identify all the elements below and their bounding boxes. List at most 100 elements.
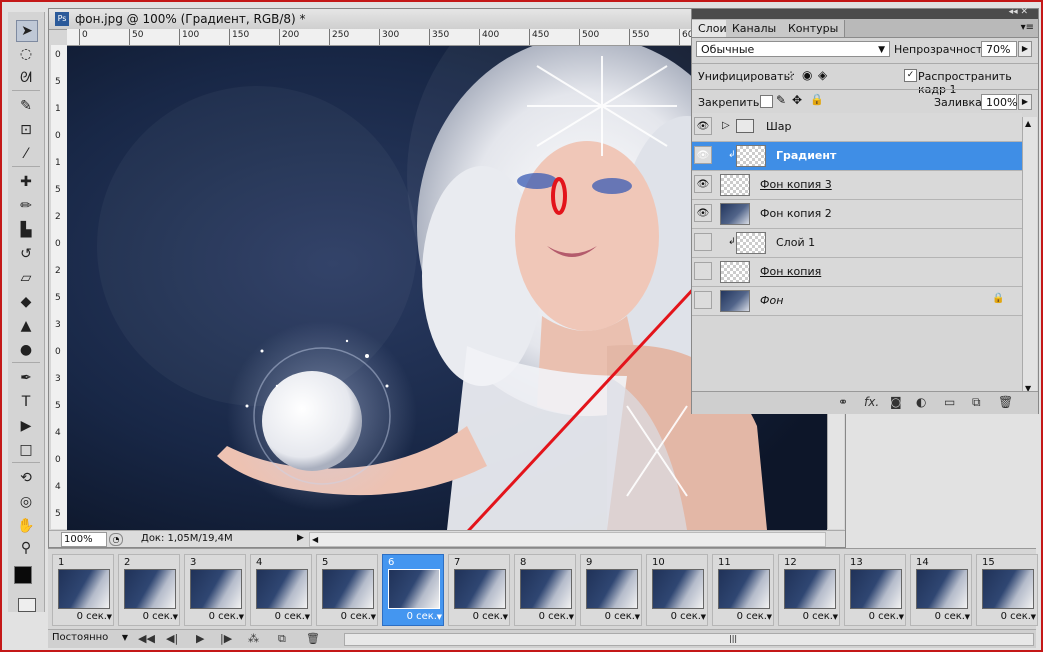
frame-delay-select[interactable]: 0 сек. (341, 611, 371, 622)
frame-delay-select[interactable]: 0 сек. (803, 611, 833, 622)
history-brush-tool-icon[interactable]: ↺ (16, 244, 36, 264)
animation-frame[interactable]: 10 0 сек. ▼ (646, 554, 708, 626)
lock-all-icon[interactable]: 🔒 (810, 93, 824, 106)
fill-input[interactable]: 100% (981, 94, 1017, 110)
animation-frame[interactable]: 15 0 сек. ▼ (976, 554, 1038, 626)
zoom-level-field[interactable]: 100% (61, 532, 107, 547)
tab-paths[interactable]: Контуры (782, 20, 846, 37)
opacity-slider-arrow-icon[interactable]: ▶ (1018, 41, 1032, 57)
animation-frame[interactable]: 9 0 сек. ▼ (580, 554, 642, 626)
3d-orbit-tool-icon[interactable]: ◎ (16, 492, 36, 512)
animation-frame[interactable]: 13 0 сек. ▼ (844, 554, 906, 626)
previous-frame-icon[interactable]: ◀| (166, 632, 178, 645)
eraser-tool-icon[interactable]: ▱ (16, 268, 36, 288)
status-menu-arrow-icon[interactable]: ▶ (297, 533, 304, 543)
new-group-icon[interactable]: ▭ (944, 395, 955, 409)
animation-frame[interactable]: 2 0 сек. ▼ (118, 554, 180, 626)
layer-row-copy2[interactable]: 👁 Фон копия 2 (692, 200, 1022, 229)
duplicate-frame-icon[interactable]: ⧉ (278, 632, 286, 646)
frame-delay-select[interactable]: 0 сек. (539, 611, 569, 622)
horizontal-scrollbar[interactable]: ◀ (309, 532, 826, 547)
unify-visibility-icon[interactable]: ◉ (802, 68, 812, 82)
layer-row-layer1[interactable]: ↲ Слой 1 (692, 229, 1022, 258)
frame-delay-select[interactable]: 0 сек. (605, 611, 635, 622)
path-select-tool-icon[interactable]: ▶ (16, 416, 36, 436)
blend-mode-select[interactable]: Обычные ▼ (696, 41, 890, 57)
animation-frame[interactable]: 8 0 сек. ▼ (514, 554, 576, 626)
frame-delay-select[interactable]: 0 сек. (473, 611, 503, 622)
layer-style-fx-icon[interactable]: fx. (864, 395, 879, 409)
layer-visibility-toggle[interactable] (694, 233, 712, 251)
crop-tool-icon[interactable]: ⊡ (16, 120, 36, 140)
rectangle-tool-icon[interactable]: □ (16, 440, 36, 460)
hand-tool-icon[interactable]: ✋ (16, 516, 36, 536)
first-frame-icon[interactable]: ◀◀ (138, 632, 155, 645)
clone-stamp-tool-icon[interactable]: ▙ (16, 220, 36, 240)
healing-brush-tool-icon[interactable]: ✚ (16, 172, 36, 192)
type-tool-icon[interactable]: T (16, 392, 36, 412)
lock-transparency-icon[interactable] (760, 95, 773, 108)
layer-visibility-toggle[interactable] (694, 262, 712, 280)
propagate-frame-checkbox[interactable]: ✓ (904, 69, 917, 82)
animation-frame[interactable]: 14 0 сек. ▼ (910, 554, 972, 626)
next-frame-icon[interactable]: |▶ (220, 632, 232, 645)
play-icon[interactable]: ▶ (196, 632, 204, 645)
lock-pixels-icon[interactable]: ✎ (776, 93, 786, 107)
layer-visibility-toggle[interactable] (694, 291, 712, 309)
frame-delay-select[interactable]: 0 сек. (869, 611, 899, 622)
layer-row-copy3[interactable]: 👁 Фон копия 3 (692, 171, 1022, 200)
brush-tool-icon[interactable]: ✏ (16, 196, 36, 216)
frame-delay-select[interactable]: 0 сек. (143, 611, 173, 622)
animation-frame[interactable]: 6 0 сек. ▼ (382, 554, 444, 626)
animation-frame[interactable]: 12 0 сек. ▼ (778, 554, 840, 626)
frames-scrollbar[interactable]: ||| (344, 633, 1034, 646)
frame-delay-select[interactable]: 0 сек. (77, 611, 107, 622)
layer-row-background[interactable]: Фон 🔒 (692, 287, 1022, 316)
dodge-tool-icon[interactable]: ● (16, 340, 36, 360)
blur-tool-icon[interactable]: ▲ (16, 316, 36, 336)
collapse-panel-icon[interactable]: ◂◂ ✕ (1009, 7, 1028, 17)
lock-position-icon[interactable]: ✥ (792, 93, 802, 107)
frame-delay-select[interactable]: 0 сек. (671, 611, 701, 622)
adjustment-layer-icon[interactable]: ◐ (916, 395, 926, 409)
foreground-color-swatch[interactable] (14, 566, 32, 584)
layer-row-group[interactable]: 👁 ▷ Шар (692, 113, 1022, 142)
scroll-up-icon[interactable]: ▲ (1025, 119, 1031, 128)
move-tool-icon[interactable]: ➤ (16, 20, 38, 42)
paint-bucket-tool-icon[interactable]: ◆ (16, 292, 36, 312)
unify-style-icon[interactable]: ◈ (818, 68, 827, 82)
animation-frame[interactable]: 4 0 сек. ▼ (250, 554, 312, 626)
animation-frame[interactable]: 11 0 сек. ▼ (712, 554, 774, 626)
frame-delay-select[interactable]: 0 сек. (407, 611, 437, 622)
frame-delay-select[interactable]: 0 сек. (209, 611, 239, 622)
3d-rotate-tool-icon[interactable]: ⟲ (16, 468, 36, 488)
quick-mask-icon[interactable] (18, 598, 36, 612)
link-layers-icon[interactable]: ⚭ (838, 395, 848, 409)
frame-delay-select[interactable]: 0 сек. (275, 611, 305, 622)
layer-visibility-eye-icon[interactable]: 👁 (694, 146, 712, 164)
animation-frame[interactable]: 5 0 сек. ▼ (316, 554, 378, 626)
unify-position-icon[interactable]: ⁘ (786, 68, 796, 82)
quick-select-tool-icon[interactable]: ✎ (16, 96, 36, 116)
new-layer-icon[interactable]: ⧉ (972, 395, 981, 410)
tween-icon[interactable]: ⁂ (248, 632, 259, 645)
zoom-tool-icon[interactable]: ⚲ (16, 538, 36, 558)
animation-frame[interactable]: 1 0 сек. ▼ (52, 554, 114, 626)
add-mask-icon[interactable]: ◙ (890, 395, 902, 409)
eyedropper-tool-icon[interactable]: ⁄ (16, 144, 36, 164)
layer-visibility-eye-icon[interactable]: 👁 (694, 117, 712, 135)
layer-visibility-eye-icon[interactable]: 👁 (694, 175, 712, 193)
fill-slider-arrow-icon[interactable]: ▶ (1018, 94, 1032, 110)
layer-row-gradient[interactable]: 👁 ↲ Градиент (692, 142, 1022, 171)
frame-delay-select[interactable]: 0 сек. (935, 611, 965, 622)
group-expand-icon[interactable]: ▷ (722, 120, 730, 131)
frame-delay-select[interactable]: 0 сек. (737, 611, 767, 622)
zoom-status-icon[interactable]: ◔ (109, 533, 123, 546)
layers-scrollbar[interactable]: ▲ ▼ (1022, 117, 1037, 395)
animation-frame[interactable]: 7 0 сек. ▼ (448, 554, 510, 626)
panel-menu-icon[interactable]: ▾≡ (1021, 22, 1034, 33)
delete-layer-icon[interactable]: 🗑 (998, 395, 1013, 409)
opacity-input[interactable]: 70% (981, 41, 1017, 57)
marquee-tool-icon[interactable]: ◌ (16, 44, 36, 64)
document-size-info[interactable]: Док: 1,05M/19,4M (141, 533, 233, 544)
